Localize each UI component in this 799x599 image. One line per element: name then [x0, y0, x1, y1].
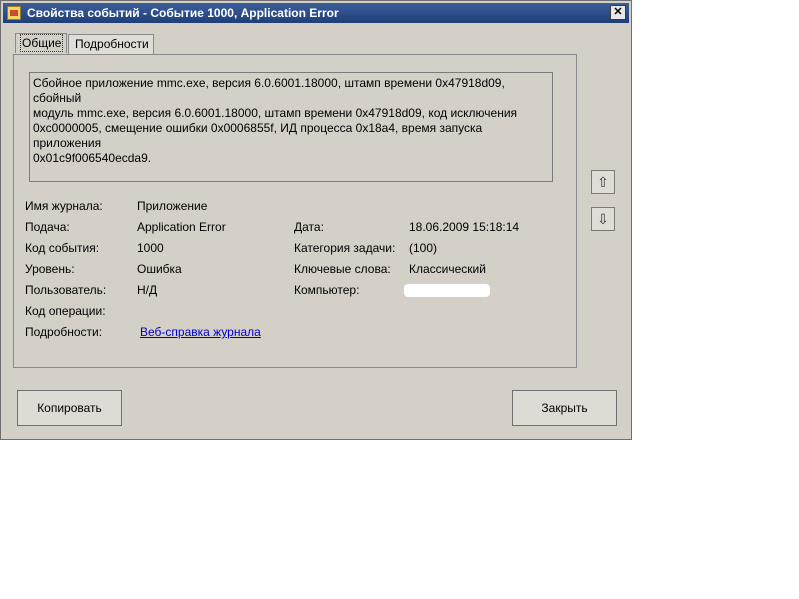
tab-general[interactable]: Общие: [15, 33, 67, 53]
log-name-label: Имя журнала:: [25, 199, 103, 213]
title-bar[interactable]: Свойства событий - Событие 1000, Applica…: [3, 3, 629, 23]
tab-details-label: Подробности: [75, 37, 149, 51]
level-label: Уровень:: [25, 262, 75, 276]
arrow-up-icon[interactable]: ⇧: [591, 170, 615, 194]
window-title: Свойства событий - Событие 1000, Applica…: [27, 6, 339, 20]
online-help-link[interactable]: Веб-справка журнала: [140, 325, 261, 339]
close-icon[interactable]: ✕: [610, 5, 626, 20]
event-viewer-icon: [7, 6, 21, 20]
tab-details[interactable]: Подробности: [68, 34, 154, 54]
event-properties-window: Свойства событий - Событие 1000, Applica…: [0, 0, 632, 440]
tab-general-label: Общие: [19, 34, 64, 52]
level-value: Ошибка: [137, 262, 182, 276]
keywords-label: Ключевые слова:: [294, 262, 391, 276]
event-id-label: Код события:: [25, 241, 100, 255]
user-value: Н/Д: [137, 283, 158, 297]
date-value: 18.06.2009 15:18:14: [409, 220, 520, 234]
arrow-down-icon[interactable]: ⇩: [591, 207, 615, 231]
computer-value-redacted: [404, 284, 490, 297]
source-value: Application Error: [137, 220, 226, 234]
keywords-value: Классический: [409, 262, 486, 276]
user-label: Пользователь:: [25, 283, 107, 297]
event-description[interactable]: Сбойное приложение mmc.exe, версия 6.0.6…: [29, 72, 553, 182]
task-category-value: (100): [409, 241, 438, 255]
event-id-value: 1000: [137, 241, 164, 255]
task-category-label: Категория задачи:: [294, 241, 396, 255]
opcode-label: Код операции:: [25, 304, 106, 318]
source-label: Подача:: [25, 220, 70, 234]
copy-button[interactable]: Копировать: [17, 390, 122, 426]
computer-label: Компьютер:: [294, 283, 360, 297]
close-button[interactable]: Закрыть: [512, 390, 617, 426]
log-name-value: Приложение: [137, 199, 208, 213]
date-label: Дата:: [294, 220, 324, 234]
more-info-label: Подробности:: [25, 325, 103, 339]
